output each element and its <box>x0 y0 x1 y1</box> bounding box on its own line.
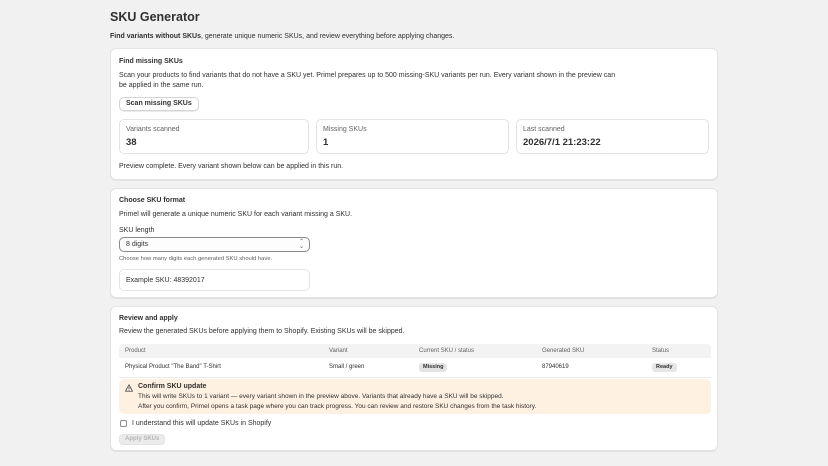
banner-line2: After you confirm, Primel opens a task p… <box>138 403 537 410</box>
find-card-title: Find missing SKUs <box>119 58 183 65</box>
format-desc: Primel will generate a unique numeric SK… <box>119 211 353 218</box>
banner-title: Confirm SKU update <box>138 383 207 390</box>
find-desc-line2: be applied in the same run. <box>119 82 204 89</box>
confirm-banner: Confirm SKU update This will write SKUs … <box>119 379 711 414</box>
example-sku: Example SKU: 48392017 <box>126 277 205 284</box>
format-card-title: Choose SKU format <box>119 197 186 204</box>
column-header: Generated SKU <box>542 348 585 354</box>
confirm-checkbox[interactable] <box>120 420 127 427</box>
sku-length-value: 8 digits <box>126 241 149 248</box>
review-apply-card: Review and apply Review the generated SK… <box>110 306 718 451</box>
page-subtitle: Find variants without SKUs, generate uni… <box>110 33 454 40</box>
sku-length-select[interactable]: 8 digits ⌃ ⌄ <box>119 237 310 252</box>
status-badge: Ready <box>652 363 677 372</box>
chevron-up-down-icon: ⌃ ⌄ <box>298 239 304 250</box>
stat-label: Variants scanned <box>126 126 180 133</box>
column-header: Current SKU / status <box>419 348 475 354</box>
subtitle-rest: , generate unique numeric SKUs, and revi… <box>201 33 455 40</box>
scan-button[interactable]: Scan missing SKUs <box>119 97 199 111</box>
table-row: Physical Product "The Band" T-Shirt Smal… <box>119 358 711 378</box>
stat-label: Missing SKUs <box>323 126 367 133</box>
sku-length-help: Choose how many digits each generated SK… <box>119 256 273 262</box>
preview-status: Preview complete. Every variant shown be… <box>119 163 344 170</box>
stat-last-scanned: Last scanned 2026/7/1 21:23:22 <box>516 119 709 154</box>
confirm-checkbox-label[interactable]: I understand this will update SKUs in Sh… <box>132 420 271 427</box>
stat-variants-scanned: Variants scanned 38 <box>119 119 309 154</box>
stat-label: Last scanned <box>523 126 565 133</box>
cell-product: Physical Product "The Band" T-Shirt <box>125 364 221 370</box>
stat-value: 1 <box>323 137 329 148</box>
apply-skus-button[interactable]: Apply SKUs <box>119 434 166 445</box>
column-header: Variant <box>329 348 348 354</box>
example-sku-box: Example SKU: 48392017 <box>119 269 310 291</box>
page-title: SKU Generator <box>110 10 200 24</box>
subtitle-bold: Find variants without SKUs <box>110 33 202 40</box>
column-header: Product <box>125 348 146 354</box>
stat-value: 2026/7/1 21:23:22 <box>523 137 601 148</box>
stat-value: 38 <box>126 137 137 148</box>
table-header: Product Variant Current SKU / status Gen… <box>119 344 711 358</box>
banner-line1: This will write SKUs to 1 variant — ever… <box>138 393 504 400</box>
sku-length-label: SKU length <box>119 227 155 234</box>
review-card-title: Review and apply <box>119 315 178 322</box>
review-desc: Review the generated SKUs before applyin… <box>119 328 405 335</box>
stat-missing-skus: Missing SKUs 1 <box>316 119 509 154</box>
find-missing-card: Find missing SKUs Scan your products to … <box>110 48 718 180</box>
column-header: Status <box>652 348 670 354</box>
warning-triangle-icon <box>125 384 133 392</box>
find-desc-line1: Scan your products to find variants that… <box>119 72 616 79</box>
cell-variant: Small / green <box>329 364 365 370</box>
cell-generated-sku: 87940619 <box>542 364 569 370</box>
status-badge: Missing <box>419 363 448 372</box>
sku-format-card: Choose SKU format Primel will generate a… <box>110 188 718 298</box>
